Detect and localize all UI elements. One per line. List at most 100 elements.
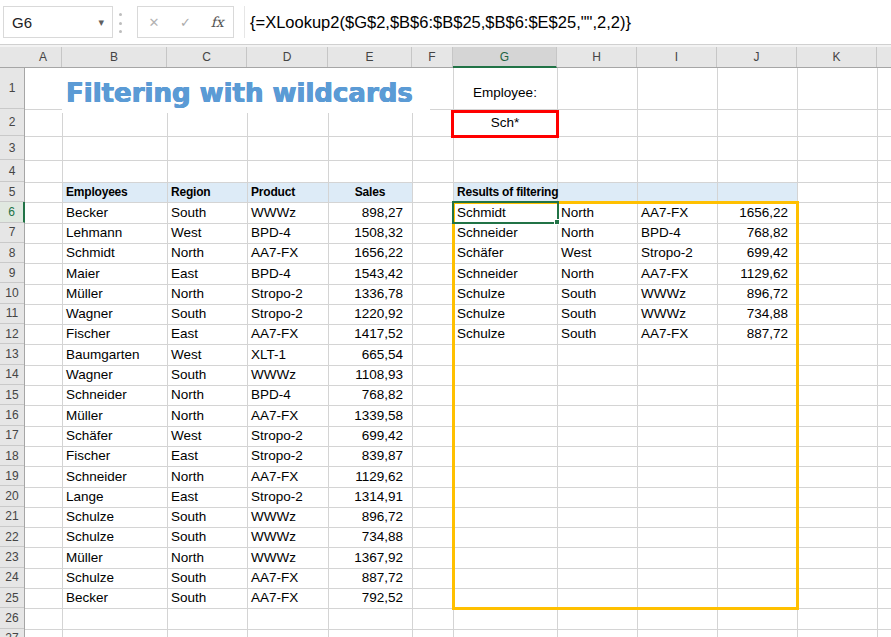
cell-D12[interactable]: AA7-FX [247, 324, 328, 344]
cell-D5[interactable]: Product [247, 182, 328, 202]
column-header-B[interactable]: B [62, 47, 167, 67]
row-header-27[interactable]: 27 [0, 629, 24, 637]
column-header-J[interactable]: J [717, 47, 797, 67]
cell-D14[interactable]: WWWz [247, 365, 328, 385]
cell-E24[interactable]: 887,72 [328, 568, 412, 588]
cell-E25[interactable]: 792,52 [328, 588, 412, 608]
cancel-icon[interactable]: ✕ [138, 7, 170, 37]
cell-E7[interactable]: 1508,32 [328, 223, 412, 243]
cell-B14[interactable]: Wagner [62, 365, 167, 385]
cell-D24[interactable]: AA7-FX [247, 568, 328, 588]
sheet-title[interactable]: Filtering with wildcards [62, 68, 430, 113]
row-header-12[interactable]: 12 [0, 324, 24, 344]
cell-D19[interactable]: AA7-FX [247, 466, 328, 486]
name-box-dropdown-icon[interactable]: ▾ [98, 16, 112, 29]
cell-C13[interactable]: West [167, 344, 247, 364]
name-box[interactable]: G6 ▾ [3, 6, 113, 38]
cell-C6[interactable]: South [167, 202, 247, 222]
row-header-16[interactable]: 16 [0, 405, 24, 425]
cell-C18[interactable]: East [167, 446, 247, 466]
cell-C7[interactable]: West [167, 223, 247, 243]
cell-G1[interactable]: Employee: [453, 76, 557, 109]
cell-E22[interactable]: 734,88 [328, 527, 412, 547]
cell-D10[interactable]: Stropo-2 [247, 284, 328, 304]
row-header-19[interactable]: 19 [0, 466, 24, 486]
row-header-2[interactable]: 2 [0, 109, 24, 136]
cell-C24[interactable]: South [167, 568, 247, 588]
cell-B16[interactable]: Müller [62, 405, 167, 425]
cell-C15[interactable]: North [167, 385, 247, 405]
cell-E18[interactable]: 839,87 [328, 446, 412, 466]
confirm-icon[interactable]: ✓ [170, 7, 202, 37]
row-header-17[interactable]: 17 [0, 426, 24, 446]
cell-B25[interactable]: Becker [62, 588, 167, 608]
cell-C20[interactable]: East [167, 487, 247, 507]
cell-C5[interactable]: Region [167, 182, 247, 202]
row-header-4[interactable]: 4 [0, 160, 24, 182]
cell-E23[interactable]: 1367,92 [328, 547, 412, 567]
cell-B15[interactable]: Schneider [62, 385, 167, 405]
cell-D21[interactable]: WWWz [247, 507, 328, 527]
cell-E11[interactable]: 1220,92 [328, 304, 412, 324]
cell-E6[interactable]: 898,27 [328, 202, 412, 222]
cell-G5[interactable]: Results of filtering [453, 182, 603, 202]
cell-C14[interactable]: South [167, 365, 247, 385]
cell-E14[interactable]: 1108,93 [328, 365, 412, 385]
cell-B5[interactable]: Employees [62, 182, 167, 202]
cell-E21[interactable]: 896,72 [328, 507, 412, 527]
cell-D8[interactable]: AA7-FX [247, 243, 328, 263]
column-header-K[interactable]: K [797, 47, 877, 67]
cell-B23[interactable]: Müller [62, 547, 167, 567]
cell-E15[interactable]: 768,82 [328, 385, 412, 405]
cell-B19[interactable]: Schneider [62, 466, 167, 486]
cell-E10[interactable]: 1336,78 [328, 284, 412, 304]
cell-C12[interactable]: East [167, 324, 247, 344]
cell-D6[interactable]: WWWz [247, 202, 328, 222]
cell-D22[interactable]: WWWz [247, 527, 328, 547]
cell-B11[interactable]: Wagner [62, 304, 167, 324]
cell-D15[interactable]: BPD-4 [247, 385, 328, 405]
row-header-1[interactable]: 1 [0, 68, 24, 109]
row-header-21[interactable]: 21 [0, 507, 24, 527]
cell-E13[interactable]: 665,54 [328, 344, 412, 364]
row-header-26[interactable]: 26 [0, 608, 24, 628]
cell-D7[interactable]: BPD-4 [247, 223, 328, 243]
column-header-partial[interactable] [877, 47, 891, 67]
cell-E12[interactable]: 1417,52 [328, 324, 412, 344]
row-header-22[interactable]: 22 [0, 527, 24, 547]
cell-E17[interactable]: 699,42 [328, 426, 412, 446]
column-header-F[interactable]: F [412, 47, 453, 67]
cell-D11[interactable]: Stropo-2 [247, 304, 328, 324]
cell-D23[interactable]: WWWz [247, 547, 328, 567]
row-header-23[interactable]: 23 [0, 547, 24, 567]
cell-C9[interactable]: East [167, 263, 247, 283]
cell-E9[interactable]: 1543,42 [328, 263, 412, 283]
row-header-6[interactable]: 6 [0, 202, 25, 222]
row-header-18[interactable]: 18 [0, 446, 24, 466]
cell-C17[interactable]: West [167, 426, 247, 446]
cell-C22[interactable]: South [167, 527, 247, 547]
cell-D17[interactable]: Stropo-2 [247, 426, 328, 446]
cell-C25[interactable]: South [167, 588, 247, 608]
row-header-24[interactable]: 24 [0, 568, 24, 588]
cell-B20[interactable]: Lange [62, 487, 167, 507]
column-header-I[interactable]: I [637, 47, 717, 67]
cell-B18[interactable]: Fischer [62, 446, 167, 466]
column-header-E[interactable]: E [328, 47, 412, 67]
cell-C8[interactable]: North [167, 243, 247, 263]
cell-D18[interactable]: Stropo-2 [247, 446, 328, 466]
cell-B7[interactable]: Lehmann [62, 223, 167, 243]
column-header-C[interactable]: C [167, 47, 247, 67]
cell-D13[interactable]: XLT-1 [247, 344, 328, 364]
column-header-A[interactable]: A [25, 47, 62, 67]
cell-C21[interactable]: South [167, 507, 247, 527]
row-header-8[interactable]: 8 [0, 243, 24, 263]
cell-E20[interactable]: 1314,91 [328, 487, 412, 507]
cell-B13[interactable]: Baumgarten [62, 344, 167, 364]
cell-E19[interactable]: 1129,62 [328, 466, 412, 486]
cell-B6[interactable]: Becker [62, 202, 167, 222]
row-header-14[interactable]: 14 [0, 365, 24, 385]
row-header-3[interactable]: 3 [0, 136, 24, 160]
cell-E5[interactable]: Sales [328, 182, 412, 202]
cell-D25[interactable]: AA7-FX [247, 588, 328, 608]
